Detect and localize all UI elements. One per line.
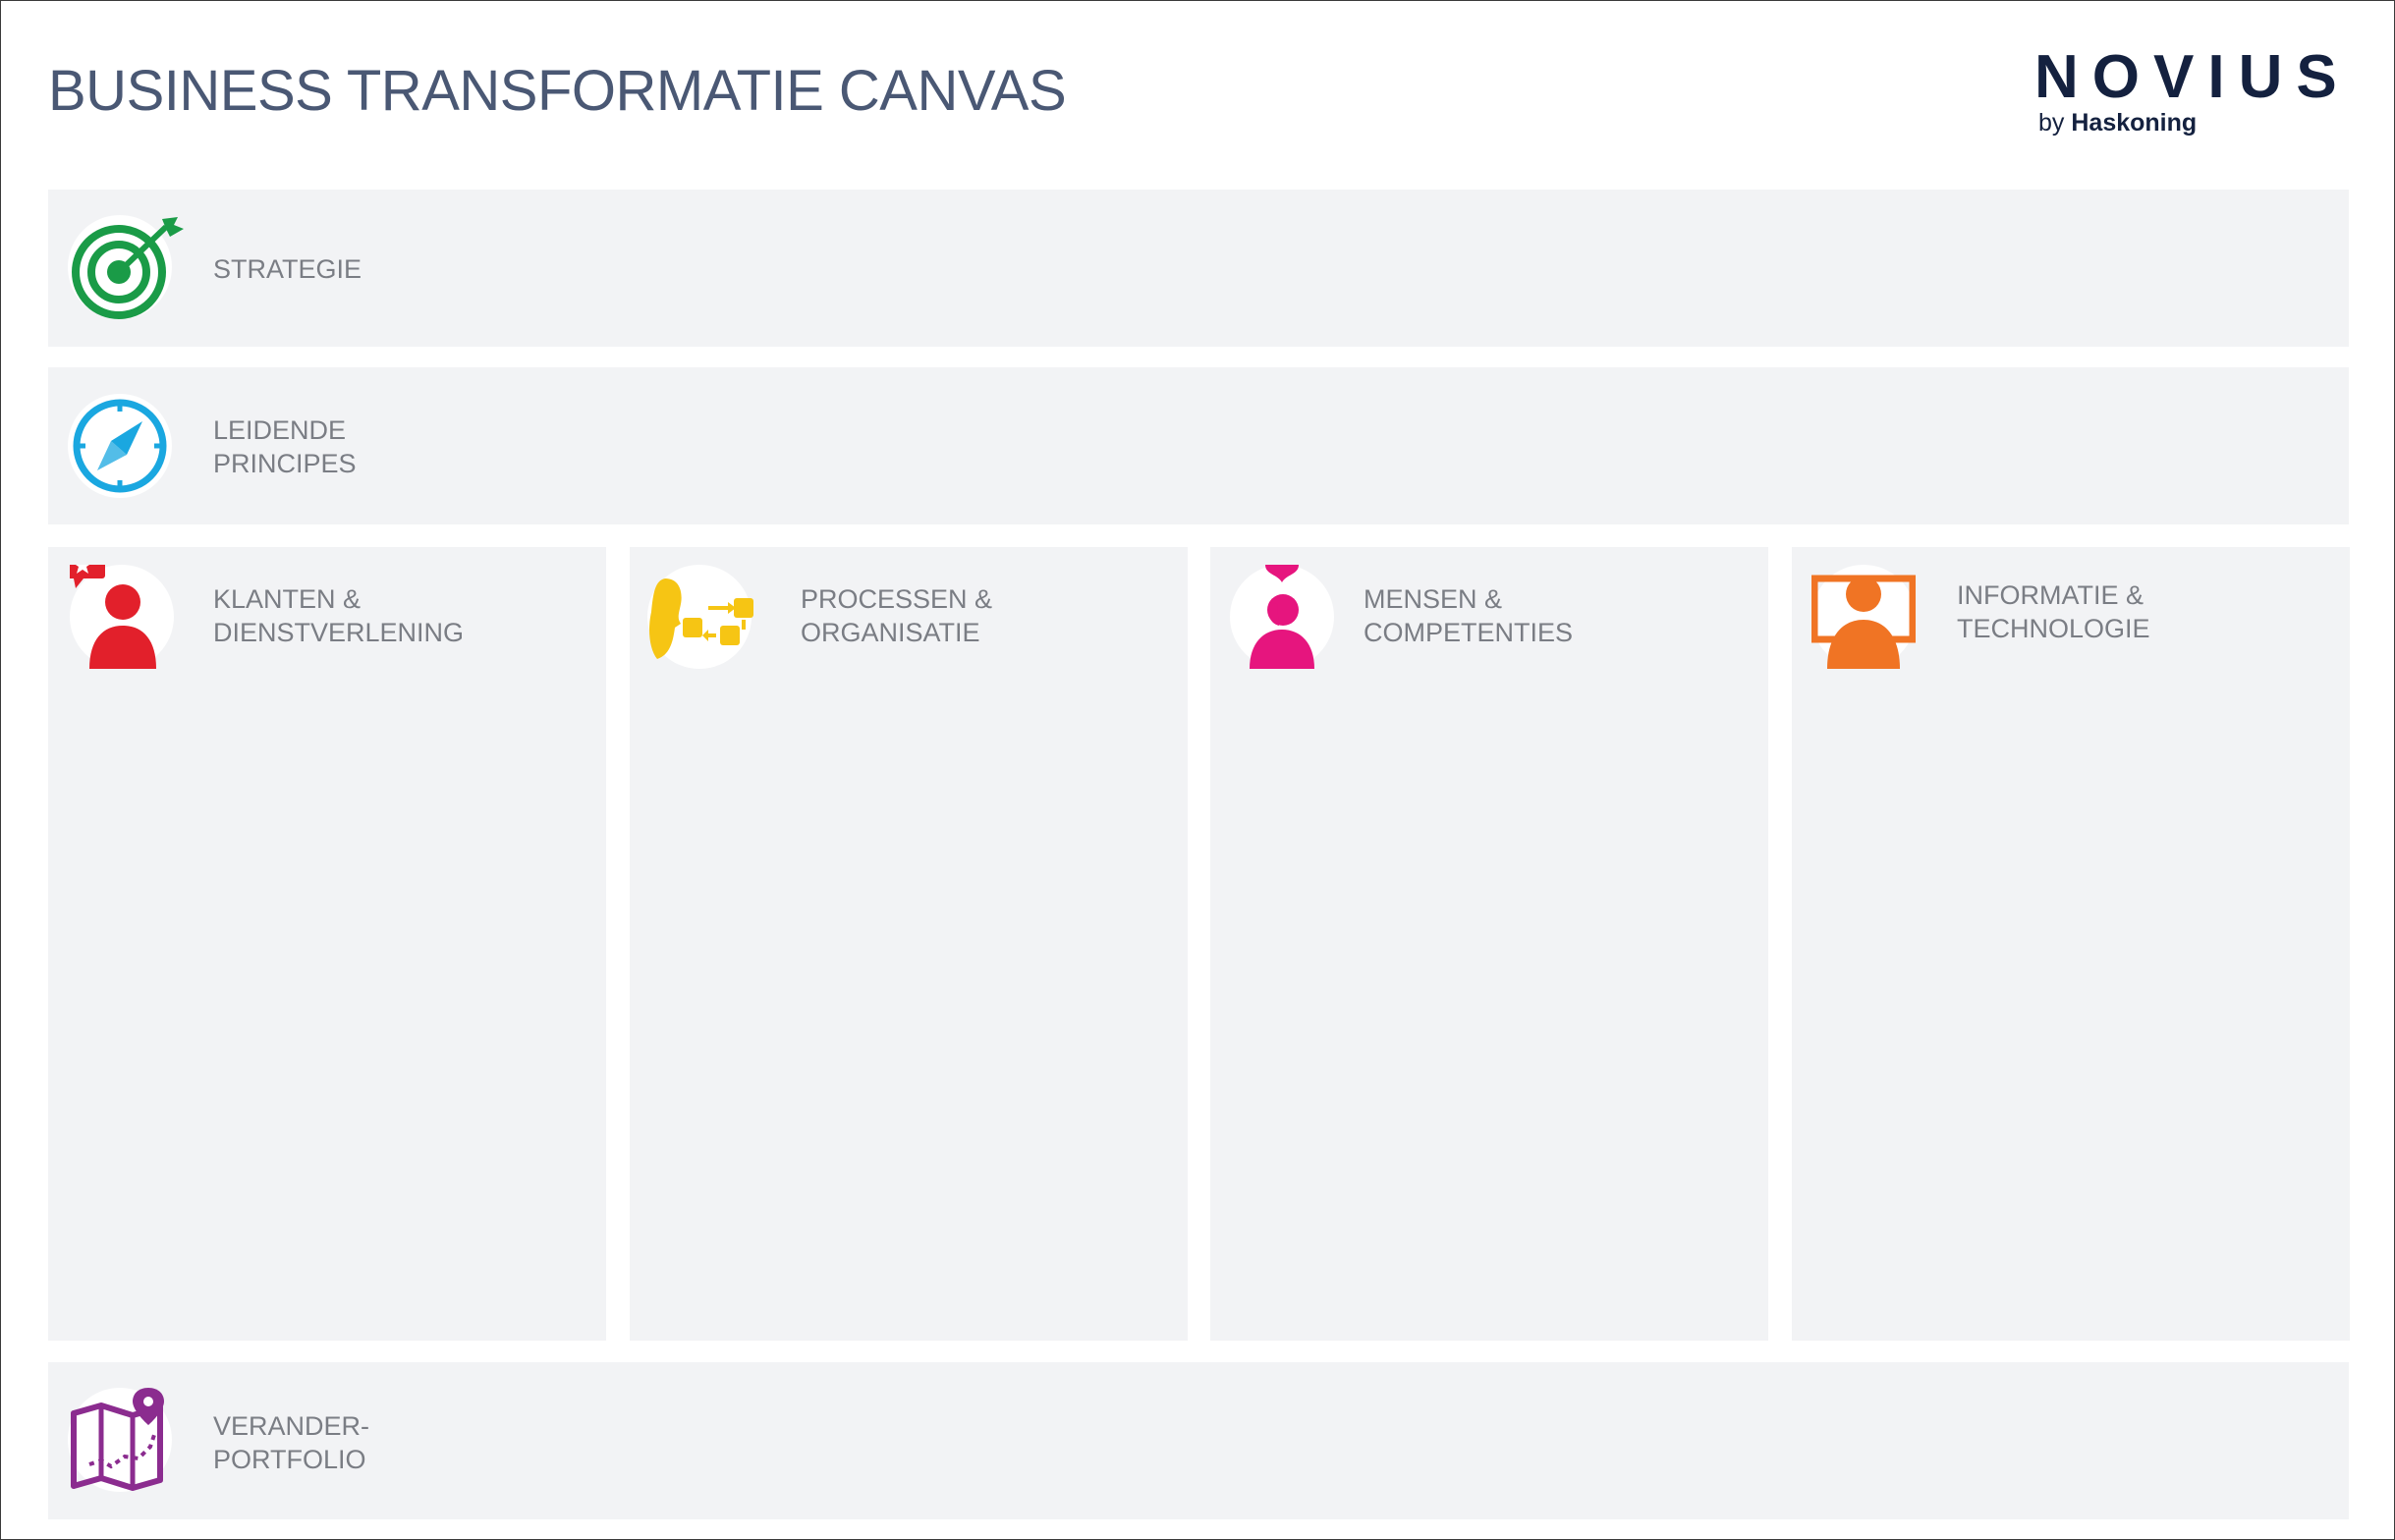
panel-informatie[interactable]: INFORMATIE & TECHNOLOGIE	[1792, 547, 2350, 1341]
person-heart-icon	[1230, 565, 1334, 669]
person-screen-icon	[1811, 565, 1916, 669]
label-verander-portfolio: VERANDER- PORTFOLIO	[213, 1411, 370, 1474]
panel-klanten[interactable]: KLANTEN & DIENSTVERLENING	[48, 547, 606, 1341]
customer-star-icon	[70, 565, 174, 669]
canvas-page: BUSINESS TRANSFORMATIE CANVAS NOVIUS by …	[0, 0, 2395, 1540]
label-strategie: STRATEGIE	[213, 254, 362, 284]
label-mensen: MENSEN & COMPETENTIES	[1364, 584, 1574, 647]
logo-subline: by Haskoning	[2038, 109, 2197, 138]
logo-company: Haskoning	[2071, 109, 2198, 137]
logo-by: by	[2038, 109, 2065, 137]
compass-icon	[68, 394, 172, 498]
label-leidende-principes: LEIDENDE PRINCIPES	[213, 415, 357, 478]
panel-processen[interactable]: PROCESSEN & ORGANISATIE	[630, 547, 1188, 1341]
logo-wordmark: NOVIUS	[2034, 43, 2351, 111]
panel-strategie[interactable]: STRATEGIE	[48, 190, 2349, 347]
label-informatie: INFORMATIE & TECHNOLOGIE	[1957, 580, 2150, 643]
panel-mensen[interactable]: MENSEN & COMPETENTIES	[1210, 547, 1768, 1341]
process-flow-icon	[647, 565, 753, 669]
target-arrow-icon	[68, 215, 184, 319]
map-pin-icon	[68, 1388, 172, 1492]
page-title: BUSINESS TRANSFORMATIE CANVAS	[48, 59, 1067, 123]
novius-logo: NOVIUS by Haskoning	[2034, 28, 2337, 146]
label-klanten: KLANTEN & DIENSTVERLENING	[213, 584, 465, 647]
panel-leidende-principes[interactable]: LEIDENDE PRINCIPES	[48, 367, 2349, 524]
panel-verander-portfolio[interactable]: VERANDER- PORTFOLIO	[48, 1362, 2349, 1519]
label-processen: PROCESSEN & ORGANISATIE	[801, 584, 993, 647]
